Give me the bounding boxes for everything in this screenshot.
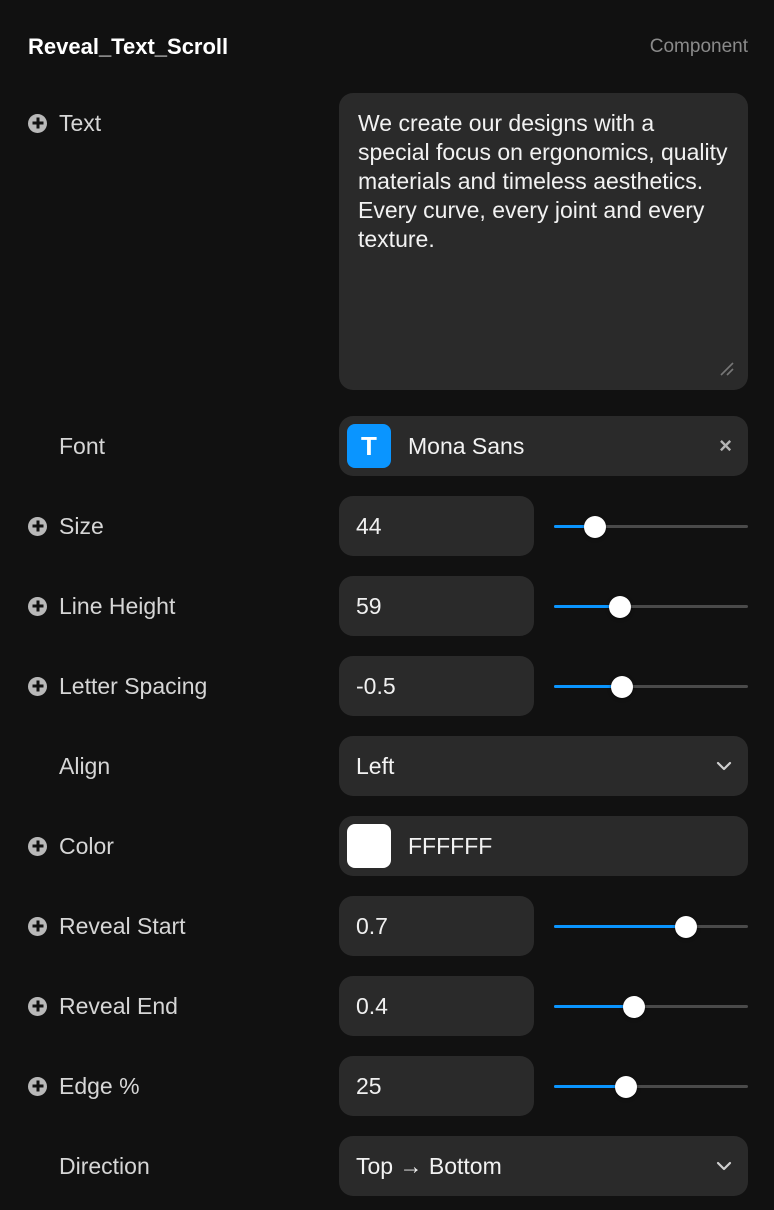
add-plus-icon[interactable] [28,596,47,616]
prop-label-align: Align [28,736,110,796]
letter-spacing-input[interactable]: -0.5 [339,656,534,716]
chevron-down-icon [716,1161,732,1171]
prop-label-size: Size [28,496,104,556]
line-height-input[interactable]: 59 [339,576,534,636]
reveal-end-slider[interactable] [554,976,748,1036]
add-plus-icon[interactable] [28,1076,47,1096]
label-direction: Direction [59,1152,150,1179]
component-title: Reveal_Text_Scroll [28,34,229,59]
add-plus-icon[interactable] [28,113,47,133]
text-value: We create our designs with a special foc… [358,110,728,252]
slider-knob[interactable] [610,676,633,698]
clear-font-icon[interactable]: × [719,433,732,459]
size-input[interactable]: 44 [339,496,534,556]
slider-knob[interactable] [622,996,645,1018]
align-value: Left [356,752,395,779]
panel-header: Reveal_Text_Scroll Component [28,28,748,66]
prop-label-direction: Direction [28,1136,150,1196]
font-type-icon: T [347,424,391,468]
prop-label-reveal-start: Reveal Start [28,896,186,956]
size-slider[interactable] [554,496,748,556]
label-size: Size [59,512,104,539]
slider-fill [554,925,686,928]
component-tag: Component [649,36,748,57]
chevron-down-icon [716,761,732,771]
reveal-start-slider[interactable] [554,896,748,956]
font-name: Mona Sans [408,432,525,459]
line-height-slider[interactable] [554,576,748,636]
prop-label-line-height: Line Height [28,576,175,636]
prop-label-reveal-end: Reveal End [28,976,178,1036]
add-plus-icon[interactable] [28,516,47,536]
prop-label-edge: Edge % [28,1056,140,1116]
prop-label-letter-spacing: Letter Spacing [28,656,207,716]
label-reveal-start: Reveal Start [59,912,186,939]
color-swatch[interactable] [347,824,391,868]
prop-label-text: Text [28,93,101,153]
add-plus-icon[interactable] [28,916,47,936]
font-picker[interactable]: T Mona Sans × [339,416,748,476]
color-picker[interactable]: FFFFFF [339,816,748,876]
slider-knob[interactable] [674,916,697,938]
label-reveal-end: Reveal End [59,992,178,1019]
letter-spacing-slider[interactable] [554,656,748,716]
reveal-start-input[interactable]: 0.7 [339,896,534,956]
direction-value: Top → Bottom [356,1152,502,1179]
reveal-end-input[interactable]: 0.4 [339,976,534,1036]
label-letter-spacing: Letter Spacing [59,672,208,699]
slider-knob[interactable] [614,1076,637,1098]
label-line-height: Line Height [59,592,176,619]
label-color: Color [59,832,114,859]
add-plus-icon[interactable] [28,836,47,856]
text-input[interactable]: We create our designs with a special foc… [339,93,748,390]
direction-select[interactable]: Top → Bottom [339,1136,748,1196]
add-plus-icon[interactable] [28,676,47,696]
slider-knob[interactable] [608,596,631,618]
slider-knob[interactable] [583,516,606,538]
align-select[interactable]: Left [339,736,748,796]
resize-grip-icon[interactable] [718,360,734,376]
color-hex-value: FFFFFF [408,832,493,859]
edge-input[interactable]: 25 [339,1056,534,1116]
add-plus-icon[interactable] [28,996,47,1016]
label-font: Font [59,432,106,459]
label-text: Text [59,109,102,136]
label-align: Align [59,752,111,779]
label-edge: Edge % [59,1072,140,1099]
edge-slider[interactable] [554,1056,748,1116]
prop-label-color: Color [28,816,114,876]
prop-label-font: Font [28,416,105,476]
